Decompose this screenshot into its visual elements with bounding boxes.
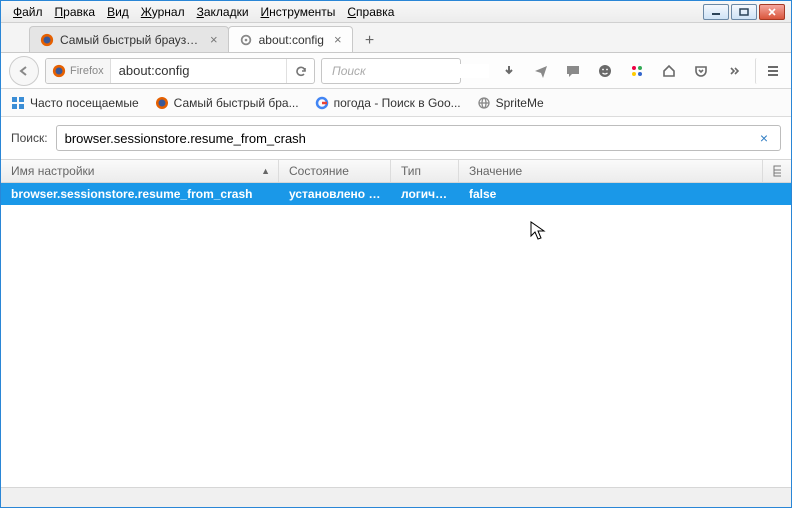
window-controls xyxy=(703,4,785,20)
bookmark-label: Самый быстрый бра... xyxy=(174,96,299,110)
menu-bookmarks[interactable]: Закладки xyxy=(191,3,255,21)
column-state[interactable]: Состояние xyxy=(279,160,391,182)
pref-type: логичес... xyxy=(391,187,459,201)
pref-name: browser.sessionstore.resume_from_crash xyxy=(1,187,279,201)
bookmark-google[interactable]: погода - Поиск в Goo... xyxy=(315,96,461,110)
search-bar[interactable] xyxy=(321,58,461,84)
back-button[interactable] xyxy=(9,56,39,86)
bookmark-frequent[interactable]: Часто посещаемые xyxy=(11,96,139,110)
column-name[interactable]: Имя настройки▲ xyxy=(1,160,279,182)
firefox-icon xyxy=(40,33,54,47)
navbar: Firefox about:config xyxy=(1,53,791,89)
tab-label: about:config xyxy=(259,33,324,47)
column-value[interactable]: Значение xyxy=(459,160,763,182)
tabstrip: Самый быстрый браузер ... × about:config… xyxy=(1,23,791,53)
menu-edit[interactable]: Правка xyxy=(49,3,102,21)
footer xyxy=(1,487,791,507)
bookmark-label: SpriteMe xyxy=(496,96,544,110)
chat-button[interactable] xyxy=(559,58,587,84)
pref-row[interactable]: browser.sessionstore.resume_from_crash у… xyxy=(1,183,791,205)
tab-0[interactable]: Самый быстрый браузер ... × xyxy=(29,26,229,52)
downloads-button[interactable] xyxy=(495,58,523,84)
filter-box[interactable]: × xyxy=(56,125,781,151)
identity-box[interactable]: Firefox xyxy=(46,59,111,83)
new-tab-button[interactable]: + xyxy=(358,30,382,52)
tab-close-icon[interactable]: × xyxy=(334,33,342,46)
menu-file[interactable]: Файл xyxy=(7,3,49,21)
bookmarks-toolbar: Часто посещаемые Самый быстрый бра... по… xyxy=(1,89,791,117)
filter-label: Поиск: xyxy=(11,131,48,145)
minimize-button[interactable] xyxy=(703,4,729,20)
url-bar[interactable]: Firefox about:config xyxy=(45,58,315,84)
menu-history[interactable]: Журнал xyxy=(135,3,191,21)
overflow-button[interactable] xyxy=(719,58,747,84)
menu-view[interactable]: Вид xyxy=(101,3,135,21)
extension-button[interactable] xyxy=(623,58,651,84)
search-input[interactable] xyxy=(332,64,489,78)
reload-button[interactable] xyxy=(286,59,314,83)
pref-rows: browser.sessionstore.resume_from_crash у… xyxy=(1,183,791,487)
smile-button[interactable] xyxy=(591,58,619,84)
pocket-button[interactable] xyxy=(687,58,715,84)
menu-tools[interactable]: Инструменты xyxy=(255,3,342,21)
firefox-icon xyxy=(52,64,66,78)
bookmark-label: Часто посещаемые xyxy=(30,96,139,110)
url-text[interactable]: about:config xyxy=(111,63,286,78)
tab-label: Самый быстрый браузер ... xyxy=(60,33,200,47)
menu-help[interactable]: Справка xyxy=(341,3,400,21)
pref-state: установлено п... xyxy=(279,187,391,201)
home-button[interactable] xyxy=(655,58,683,84)
maximize-button[interactable] xyxy=(731,4,757,20)
globe-icon xyxy=(477,96,491,110)
grid-icon xyxy=(11,96,25,110)
firefox-icon xyxy=(155,96,169,110)
column-picker[interactable] xyxy=(763,160,791,182)
column-type[interactable]: Тип xyxy=(391,160,459,182)
menu-button[interactable] xyxy=(755,58,783,84)
clear-filter-icon[interactable]: × xyxy=(756,130,772,146)
filter-input[interactable] xyxy=(65,131,756,146)
sort-asc-icon: ▲ xyxy=(261,166,270,176)
column-headers: Имя настройки▲ Состояние Тип Значение xyxy=(1,159,791,183)
tab-close-icon[interactable]: × xyxy=(210,33,218,46)
pref-value: false xyxy=(459,187,791,201)
send-button[interactable] xyxy=(527,58,555,84)
bookmark-spriteme[interactable]: SpriteMe xyxy=(477,96,544,110)
bookmark-label: погода - Поиск в Goo... xyxy=(334,96,461,110)
close-button[interactable] xyxy=(759,4,785,20)
bookmark-firefox[interactable]: Самый быстрый бра... xyxy=(155,96,299,110)
google-icon xyxy=(315,96,329,110)
identity-label: Firefox xyxy=(70,65,104,77)
gear-icon xyxy=(239,33,253,47)
config-content: Поиск: × Имя настройки▲ Состояние Тип Зн… xyxy=(1,117,791,487)
tab-1[interactable]: about:config × xyxy=(228,26,353,52)
menubar: Файл Правка Вид Журнал Закладки Инструме… xyxy=(1,1,791,23)
